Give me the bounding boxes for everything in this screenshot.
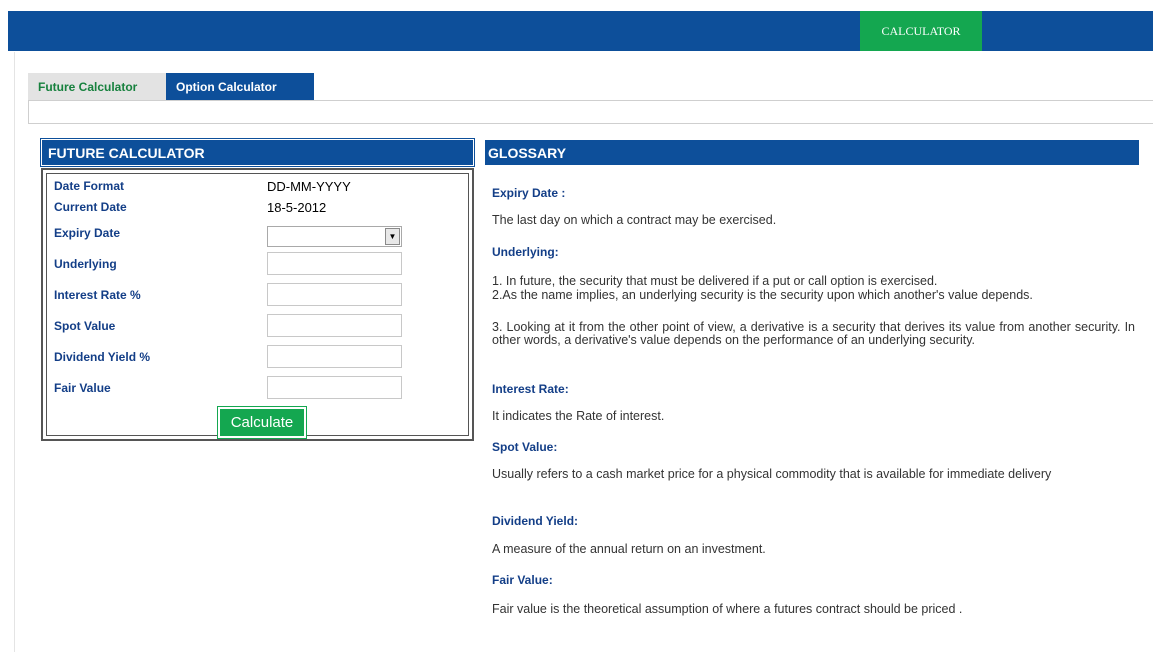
future-calculator-form: Date Format DD-MM-YYYY Current Date 18-5…: [41, 168, 474, 441]
chevron-down-icon[interactable]: ▼: [385, 228, 400, 245]
glossary-term-interest: Interest Rate:: [492, 382, 569, 396]
page-left-rule: [14, 52, 15, 652]
interest-rate-row: Interest Rate %: [47, 283, 468, 309]
glossary-def-fair: Fair value is the theoretical assumption…: [492, 602, 963, 616]
fair-value-row: Fair Value: [47, 376, 468, 402]
glossary-term-spot: Spot Value:: [492, 440, 558, 454]
underlying-row: Underlying: [47, 252, 468, 278]
tab-future-calculator[interactable]: Future Calculator: [28, 73, 166, 100]
interest-rate-input[interactable]: [267, 283, 402, 306]
fair-value-input[interactable]: [267, 376, 402, 399]
glossary-def-dividend: A measure of the annual return on an inv…: [492, 542, 766, 556]
spot-value-label: Spot Value: [54, 319, 116, 333]
fair-value-label: Fair Value: [54, 381, 111, 395]
dividend-yield-label: Dividend Yield %: [54, 350, 151, 364]
glossary-term-fair: Fair Value:: [492, 573, 553, 587]
glossary-def-expiry: The last day on which a contract may be …: [492, 213, 777, 227]
glossary-term-expiry: Expiry Date :: [492, 186, 566, 200]
spot-value-input[interactable]: [267, 314, 402, 337]
underlying-input[interactable]: [267, 252, 402, 275]
underlying-label: Underlying: [54, 257, 117, 271]
tab-content-bar: [28, 100, 1153, 124]
tab-option-calculator[interactable]: Option Calculator: [166, 73, 314, 100]
date-format-label: Date Format: [54, 179, 125, 193]
glossary-def-spot: Usually refers to a cash market price fo…: [492, 467, 1052, 481]
calculate-button[interactable]: Calculate: [217, 406, 307, 439]
interest-rate-label: Interest Rate %: [54, 288, 141, 302]
expiry-date-label: Expiry Date: [54, 226, 121, 240]
current-date-label: Current Date: [54, 200, 127, 214]
glossary-def-underlying-3: 3. Looking at it from the other point of…: [492, 320, 1135, 347]
future-calculator-inner: Date Format DD-MM-YYYY Current Date 18-5…: [46, 173, 469, 439]
dividend-yield-input[interactable]: [267, 345, 402, 368]
spot-value-row: Spot Value: [47, 314, 468, 340]
glossary-term-dividend: Dividend Yield:: [492, 514, 579, 528]
glossary-def-underlying-1: 1. In future, the security that must be …: [492, 274, 938, 288]
nav-tab-calculator[interactable]: CALCULATOR: [860, 11, 982, 51]
expiry-date-row: Expiry Date ▼: [47, 223, 468, 249]
glossary-def-underlying-2: 2.As the name implies, an underlying sec…: [492, 288, 1033, 302]
future-calculator-title: FUTURE CALCULATOR: [40, 138, 475, 167]
dividend-yield-row: Dividend Yield %: [47, 345, 468, 371]
calculator-tabs: Future Calculator Option Calculator: [28, 73, 314, 100]
current-date-value: 18-5-2012: [267, 200, 327, 215]
glossary-title: GLOSSARY: [485, 140, 1139, 165]
date-format-value: DD-MM-YYYY: [267, 179, 351, 194]
expiry-date-select[interactable]: ▼: [267, 226, 402, 247]
glossary-term-underlying: Underlying:: [492, 245, 559, 259]
glossary-def-interest: It indicates the Rate of interest.: [492, 409, 665, 423]
